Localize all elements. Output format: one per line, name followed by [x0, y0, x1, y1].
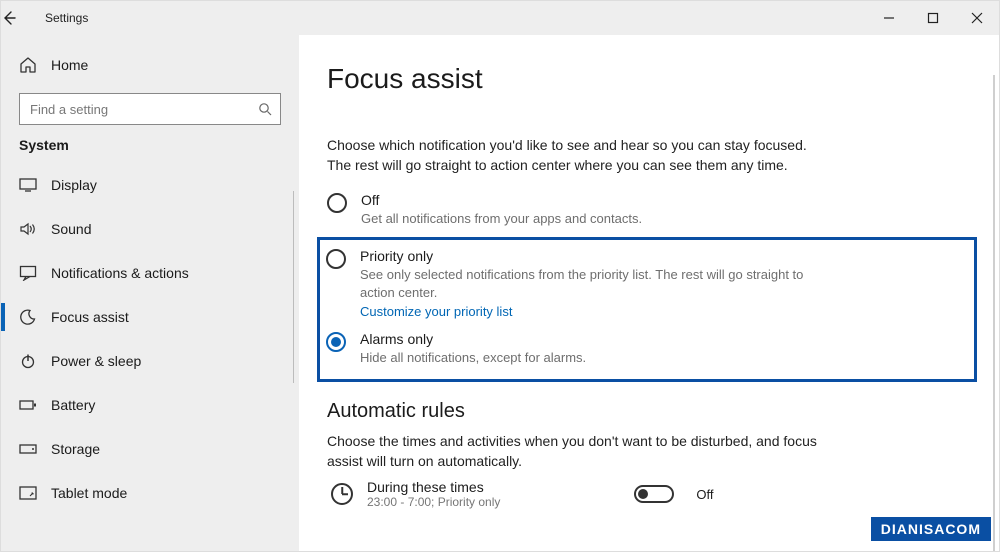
sidebar-item-battery[interactable]: Battery — [1, 383, 299, 427]
moon-icon — [19, 309, 37, 325]
sidebar-home[interactable]: Home — [1, 45, 299, 85]
sidebar-item-tablet[interactable]: Tablet mode — [1, 471, 299, 515]
window-titlebar: Settings — [1, 1, 999, 35]
sidebar-item-label: Focus assist — [51, 309, 129, 325]
radio-alarms[interactable]: Alarms only Hide all notifications, exce… — [326, 331, 826, 367]
minimize-button[interactable] — [867, 1, 911, 35]
sidebar-category: System — [19, 137, 281, 153]
sidebar-nav: Display Sound Notifications & actions Fo… — [1, 163, 299, 515]
automatic-rules-heading: Automatic rules — [327, 400, 971, 423]
sidebar-item-notifications[interactable]: Notifications & actions — [1, 251, 299, 295]
radio-off-title: Off — [361, 192, 642, 208]
display-icon — [19, 178, 37, 192]
sidebar-item-focus-assist[interactable]: Focus assist — [1, 295, 299, 339]
radio-alarms-subtitle: Hide all notifications, except for alarm… — [360, 349, 586, 367]
automatic-rules-description: Choose the times and activities when you… — [327, 431, 827, 472]
sidebar-item-label: Power & sleep — [51, 353, 141, 369]
highlight-box: Priority only See only selected notifica… — [317, 237, 977, 382]
rule-toggle-label: Off — [696, 487, 713, 502]
page-title: Focus assist — [327, 63, 971, 95]
sidebar-item-label: Sound — [51, 221, 91, 237]
sidebar-item-label: Display — [51, 177, 97, 193]
sidebar-item-label: Storage — [51, 441, 100, 457]
rule-title: During these times — [367, 479, 500, 495]
close-icon — [971, 12, 983, 24]
notifications-icon — [19, 265, 37, 281]
main-scrollbar[interactable] — [993, 75, 995, 551]
radio-off-subtitle: Get all notifications from your apps and… — [361, 210, 642, 228]
storage-icon — [19, 444, 37, 454]
power-icon — [19, 353, 37, 369]
radio-priority-title: Priority only — [360, 248, 826, 264]
sidebar-item-label: Battery — [51, 397, 95, 413]
minimize-icon — [883, 12, 895, 24]
radio-circle-selected-icon — [326, 332, 346, 352]
radio-priority-subtitle: See only selected notifications from the… — [360, 266, 826, 301]
sidebar-item-display[interactable]: Display — [1, 163, 299, 207]
sidebar-home-label: Home — [51, 57, 88, 73]
sidebar-item-label: Tablet mode — [51, 485, 127, 501]
battery-icon — [19, 399, 37, 411]
main-content: Focus assist Choose which notification y… — [299, 35, 999, 551]
tablet-icon — [19, 486, 37, 500]
maximize-button[interactable] — [911, 1, 955, 35]
radio-circle-icon — [327, 193, 347, 213]
radio-alarms-title: Alarms only — [360, 331, 586, 347]
radio-priority[interactable]: Priority only See only selected notifica… — [326, 248, 826, 319]
back-arrow-icon — [1, 10, 17, 26]
sidebar-item-storage[interactable]: Storage — [1, 427, 299, 471]
sidebar-item-sound[interactable]: Sound — [1, 207, 299, 251]
close-button[interactable] — [955, 1, 999, 35]
sidebar-item-power[interactable]: Power & sleep — [1, 339, 299, 383]
sidebar: Home System Display Sound Notifications … — [1, 35, 299, 551]
sidebar-scrollbar[interactable] — [293, 191, 294, 383]
customize-priority-link[interactable]: Customize your priority list — [360, 304, 512, 319]
search-box[interactable] — [19, 93, 281, 125]
rule-detail: 23:00 - 7:00; Priority only — [367, 495, 500, 509]
search-input[interactable] — [28, 101, 258, 118]
radio-circle-icon — [326, 249, 346, 269]
window-title: Settings — [45, 11, 88, 25]
radio-off[interactable]: Off Get all notifications from your apps… — [327, 192, 827, 228]
sound-icon — [19, 222, 37, 236]
back-button[interactable] — [1, 10, 41, 26]
search-icon — [258, 102, 272, 116]
watermark: DIANISACOM — [871, 517, 991, 541]
home-icon — [19, 56, 37, 74]
rule-toggle[interactable] — [634, 485, 674, 503]
sidebar-item-label: Notifications & actions — [51, 265, 189, 281]
rule-during-times[interactable]: During these times 23:00 - 7:00; Priorit… — [327, 479, 971, 509]
clock-icon — [331, 483, 353, 505]
page-description: Choose which notification you'd like to … — [327, 135, 827, 176]
maximize-icon — [927, 12, 939, 24]
